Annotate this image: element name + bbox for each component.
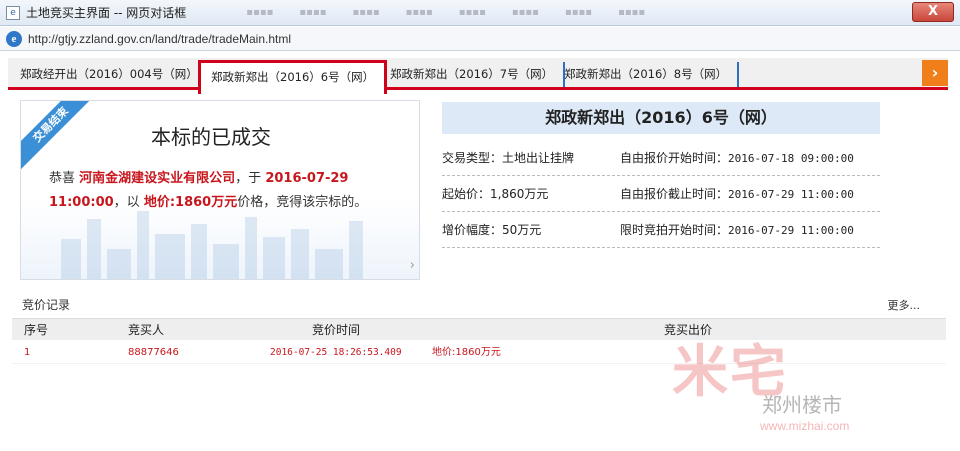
result-panel: 交易结束 本标的已成交 恭喜 河南金湖建设实业有限公司，于 2016-07-29… bbox=[20, 100, 420, 280]
more-link[interactable]: 更多... bbox=[888, 297, 921, 313]
address-bar[interactable]: e http://gtjy.zzland.gov.cn/land/trade/t… bbox=[0, 27, 960, 51]
transaction-type: 交易类型：土地出让挂牌 bbox=[442, 151, 575, 165]
header-bid-time: 竞价时间 bbox=[312, 323, 361, 337]
watermark-weibo: 郑州楼市 bbox=[762, 393, 842, 417]
timed-auction-start-label: 限时竞拍开始时间： bbox=[620, 223, 729, 237]
header-bid-price: 竞买出价 bbox=[664, 323, 713, 337]
chevron-right-icon[interactable]: › bbox=[410, 258, 415, 273]
info-row: 起始价：1,860万元 自由报价截止时间：2016-07-29 11:00:00 bbox=[442, 176, 880, 212]
window-title: 土地竞买主界面 -- 网页对话框 bbox=[26, 6, 187, 20]
parcel-title: 郑政新郑出（2016）6号（网） bbox=[442, 102, 880, 134]
separator-text: ，以 bbox=[113, 195, 140, 210]
bid-records-label: 竞价记录 bbox=[22, 298, 71, 312]
row-index: 1 bbox=[24, 347, 31, 358]
free-quote-end-label: 自由报价截止时间： bbox=[620, 187, 729, 201]
separator-text: ，于 bbox=[235, 171, 262, 186]
header-index: 序号 bbox=[24, 323, 49, 337]
tab-zhengzheng-xinzheng-7[interactable]: 郑政新郑出（2016）7号（网） bbox=[380, 62, 566, 87]
window-titlebar: e 土地竞买主界面 -- 网页对话框 ▪▪▪▪ ▪▪▪▪ ▪▪▪▪ ▪▪▪▪ ▪▪▪▪ ▪… bbox=[0, 0, 960, 26]
tab-zhengzheng-jingkai-004[interactable]: 郑政经开出（2016）004号（网） bbox=[10, 62, 210, 87]
deal-price: 地价:1860万元 bbox=[143, 195, 238, 210]
page-icon: e bbox=[6, 5, 20, 20]
info-row: 增价幅度：50万元 限时竞拍开始时间：2016-07-29 11:00:00 bbox=[442, 212, 880, 248]
next-tab-button[interactable]: › bbox=[922, 60, 948, 86]
starting-price: 起始价：1,860万元 bbox=[442, 187, 549, 201]
info-field: 自由报价截止时间：2016-07-29 11:00:00 bbox=[620, 176, 854, 213]
info-field: 限时竞拍开始时间：2016-07-29 11:00:00 bbox=[620, 212, 854, 249]
result-message: 恭喜 河南金湖建设实业有限公司，于 2016-07-29 11:00:00，以 … bbox=[49, 167, 404, 215]
result-heading: 本标的已成交 bbox=[151, 125, 271, 149]
free-quote-start-label: 自由报价开始时间： bbox=[620, 151, 729, 165]
background-toolbar-ghost: ▪▪▪▪ ▪▪▪▪ ▪▪▪▪ ▪▪▪▪ ▪▪▪▪ ▪▪▪▪ ▪▪▪▪ ▪▪▪▪ bbox=[246, 7, 646, 18]
free-quote-start-value: 2016-07-18 09:00:00 bbox=[728, 152, 854, 165]
skyline-decoration bbox=[61, 209, 401, 279]
watermark-url: www.mizhai.com bbox=[760, 419, 850, 433]
winning-company: 河南金湖建设实业有限公司 bbox=[79, 171, 236, 186]
timed-auction-start-value: 2016-07-29 11:00:00 bbox=[728, 224, 854, 237]
result-suffix: 价格，竞得该宗标的。 bbox=[237, 195, 368, 210]
header-bidder: 竞买人 bbox=[128, 323, 165, 337]
increment: 增价幅度：50万元 bbox=[442, 223, 542, 237]
row-bidder: 88877646 bbox=[128, 347, 179, 358]
tab-strip: 郑政经开出（2016）004号（网） 郑政新郑出（2016）6号（网） 郑政新郑… bbox=[8, 58, 948, 94]
info-field: 自由报价开始时间：2016-07-18 09:00:00 bbox=[620, 140, 854, 177]
browser-icon: e bbox=[6, 30, 22, 47]
table-row: 1 88877646 2016-07-25 18:26:53.409 地价:18… bbox=[12, 342, 946, 364]
row-bid-price: 地价:1860万元 bbox=[432, 347, 501, 358]
info-row: 交易类型：土地出让挂牌 自由报价开始时间：2016-07-18 09:00:00 bbox=[442, 140, 880, 176]
tab-zhengzheng-xinzheng-6[interactable]: 郑政新郑出（2016）6号（网） bbox=[198, 60, 388, 94]
free-quote-end-value: 2016-07-29 11:00:00 bbox=[728, 188, 854, 201]
close-button[interactable]: X bbox=[912, 2, 954, 22]
row-bid-time: 2016-07-25 18:26:53.409 bbox=[270, 347, 402, 358]
address-url[interactable]: http://gtjy.zzland.gov.cn/land/trade/tra… bbox=[28, 32, 291, 46]
tab-zhengzheng-xinzheng-8[interactable]: 郑政新郑出（2016）8号（网） bbox=[554, 62, 740, 87]
status-ribbon: 交易结束 bbox=[21, 101, 101, 175]
congrats-prefix: 恭喜 bbox=[49, 171, 76, 186]
records-table-header: 序号 竞买人 竞价时间 竞买出价 bbox=[12, 318, 946, 340]
